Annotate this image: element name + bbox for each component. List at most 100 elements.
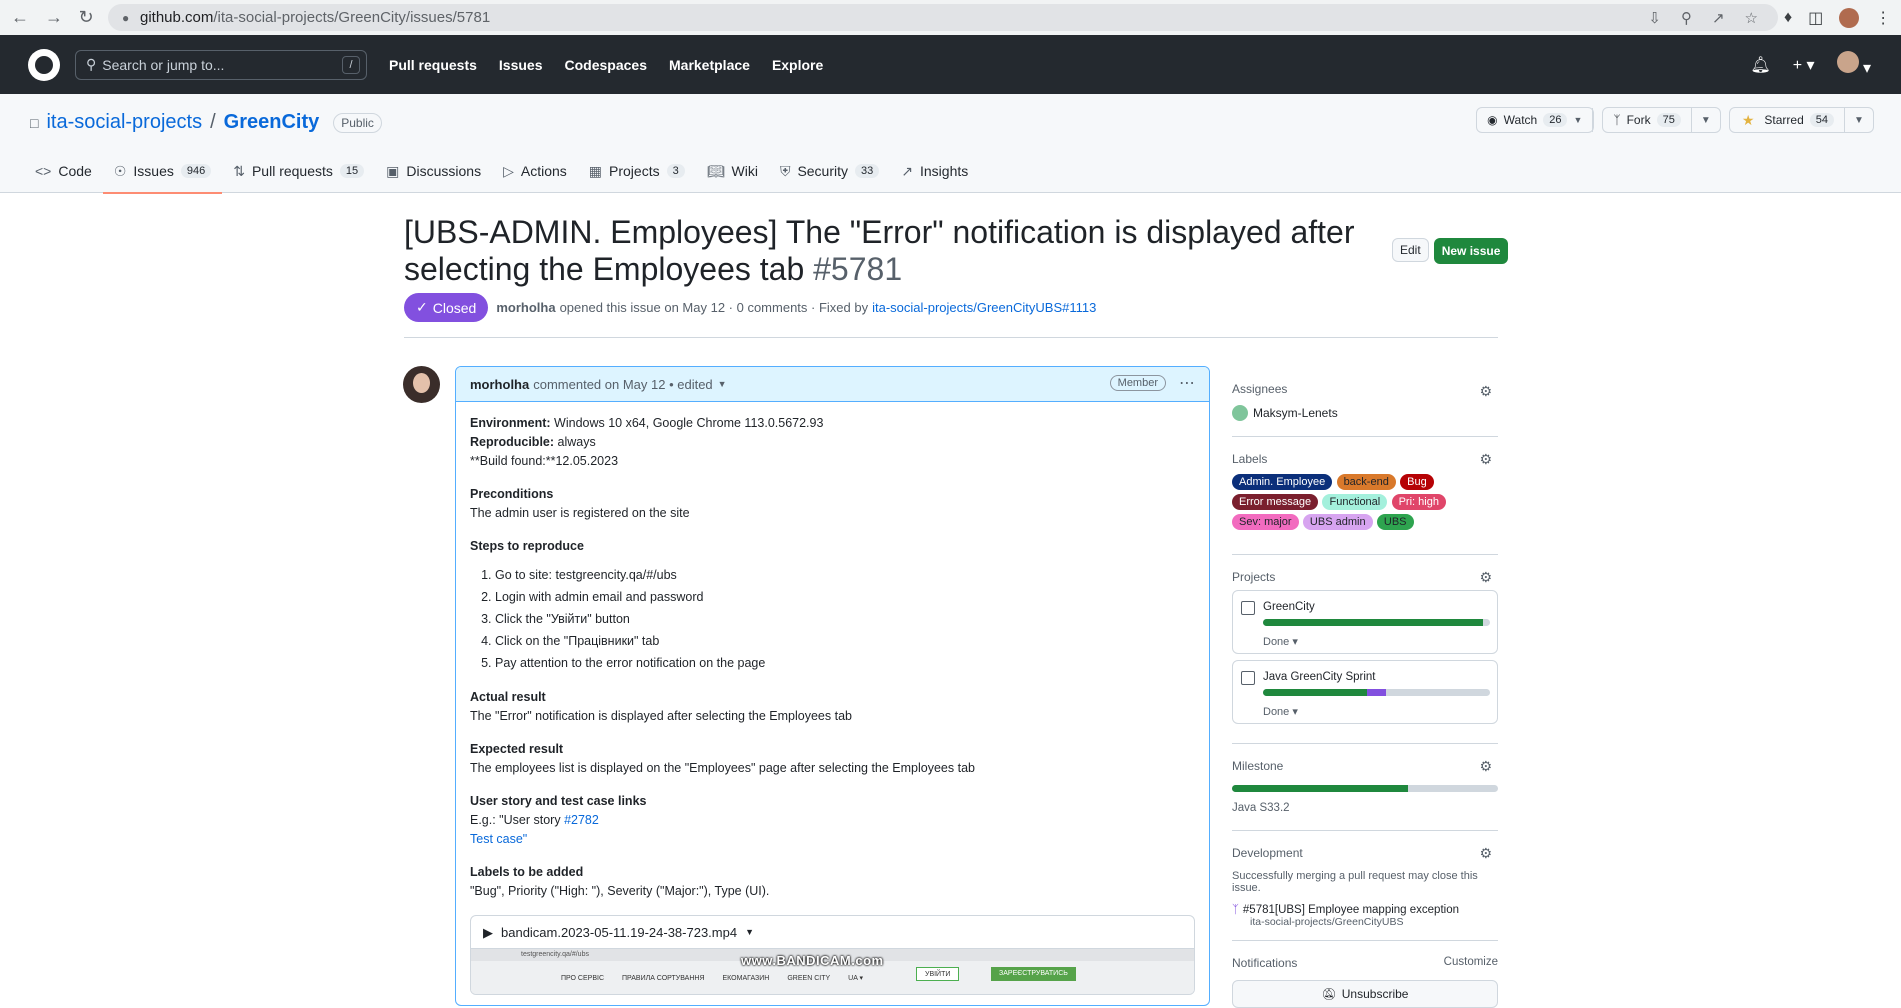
label-chip[interactable]: UBS (1376, 514, 1414, 530)
fixed-by-link[interactable]: ita-social-projects/GreenCityUBS#1113 (872, 300, 1096, 315)
search-input[interactable]: ⚲ Search or jump to... / (75, 49, 367, 80)
repo-owner-link[interactable]: ita-social-projects (46, 111, 202, 134)
gear-icon[interactable]: ⚙ (1479, 569, 1492, 586)
video-attachment[interactable]: ▶ bandicam.2023-05-11.19-24-38-723.mp4 ▼… (470, 915, 1195, 995)
new-issue-button[interactable]: New issue (1433, 238, 1509, 264)
zoom-icon[interactable]: ⚲ (1681, 9, 1692, 27)
side-panel-icon[interactable]: ◫ (1808, 8, 1823, 28)
tab-label: Actions (520, 163, 567, 179)
test-case-link[interactable]: Test case" (470, 832, 527, 846)
linked-pr-title[interactable]: #5781[UBS] Employee mapping exception (1243, 904, 1459, 916)
comment-author-link[interactable]: morholha (470, 377, 529, 392)
gear-icon[interactable]: ⚙ (1479, 758, 1492, 775)
back-arrow-icon[interactable]: ← (4, 1, 36, 33)
env-label: Environment: (470, 416, 551, 430)
gear-icon[interactable]: ⚙ (1479, 845, 1492, 862)
video-preview[interactable]: testgreencity.qa/#/ubs ПРО СЕРВІС ПРАВИЛ… (471, 948, 1194, 994)
tab-wiki[interactable]: 📖︎ Wiki (696, 149, 769, 193)
browser-menu-icon[interactable]: ⋮ (1875, 8, 1891, 28)
comment-author-avatar[interactable] (403, 366, 440, 403)
fork-icon: ᛉ (1613, 113, 1621, 127)
user-story-link[interactable]: #2782 (564, 813, 599, 827)
tab-label: Issues (133, 163, 174, 179)
nav-issues[interactable]: Issues (499, 57, 543, 73)
fork-count: 75 (1656, 113, 1681, 127)
milestone-name[interactable]: Java S33.2 (1232, 802, 1498, 814)
label-chip[interactable]: Bug (1400, 474, 1434, 490)
project-name[interactable]: GreenCity (1263, 601, 1315, 613)
fork-button[interactable]: ᛉ Fork 75 ▼ (1602, 107, 1721, 133)
address-bar[interactable]: ● github.com/ita-social-projects/GreenCi… (108, 4, 1778, 31)
label-chip[interactable]: Functional (1322, 494, 1388, 510)
github-logo-icon[interactable] (28, 48, 60, 81)
linked-pr[interactable]: ᛉ #5781[UBS] Employee mapping exception (1232, 904, 1498, 916)
chevron-down-icon[interactable]: ▼ (745, 923, 754, 942)
nav-codespaces[interactable]: Codespaces (565, 57, 647, 73)
video-login-button: УВІЙТИ (916, 967, 960, 981)
project-card[interactable]: GreenCity Done ▾ (1232, 590, 1498, 654)
forward-arrow-icon[interactable]: → (38, 1, 70, 33)
chevron-down-icon[interactable]: ▼ (718, 379, 727, 389)
reload-icon[interactable]: ↻ (70, 1, 102, 33)
tab-issues[interactable]: ☉ Issues 946 (102, 149, 223, 194)
watch-button[interactable]: ◉ Watch 26 ▼ (1476, 107, 1595, 133)
user-avatar (1836, 51, 1859, 73)
nav-marketplace[interactable]: Marketplace (669, 57, 750, 73)
step-item: Login with admin email and password (495, 586, 1195, 608)
project-name[interactable]: Java GreenCity Sprint (1263, 671, 1376, 683)
eye-icon: ◉ (1487, 113, 1498, 127)
customize-link[interactable]: Customize (1444, 956, 1498, 968)
tab-pull-requests[interactable]: ⇅ Pull requests 15 (222, 149, 375, 193)
star-dropdown[interactable]: ▼ (1845, 108, 1873, 132)
tab-actions[interactable]: ▷ Actions (492, 149, 578, 193)
extensions-icon[interactable]: ♦ (1784, 9, 1792, 27)
label-chip[interactable]: Error message (1232, 494, 1319, 510)
user-menu[interactable]: ▾ (1836, 51, 1871, 78)
project-status[interactable]: Done ▾ (1263, 635, 1298, 648)
preconditions-title: Preconditions (470, 487, 554, 501)
create-new-plus-icon[interactable]: + ▾ (1793, 55, 1815, 75)
share-icon[interactable]: ↗ (1712, 9, 1725, 27)
label-chip[interactable]: back-end (1336, 474, 1396, 490)
project-board-icon (1241, 601, 1255, 615)
comment-meta[interactable]: commented on May 12 • edited (533, 377, 712, 392)
label-chip[interactable]: Pri: high (1391, 494, 1446, 510)
nav-pull-requests[interactable]: Pull requests (389, 57, 477, 73)
fork-dropdown[interactable]: ▼ (1692, 108, 1720, 132)
repo-name-link[interactable]: GreenCity (224, 111, 320, 134)
issue-author-link[interactable]: morholha (496, 300, 555, 315)
project-status[interactable]: Done ▾ (1263, 705, 1298, 718)
labels-title: Labels (1232, 452, 1268, 466)
project-card[interactable]: Java GreenCity Sprint Done ▾ (1232, 660, 1498, 724)
tab-security[interactable]: ⛨ Security 33 (769, 149, 890, 193)
tab-projects[interactable]: ▦ Projects 3 (578, 149, 696, 193)
tab-label: Projects (609, 163, 660, 179)
label-chip[interactable]: Admin. Employee (1232, 474, 1333, 490)
tab-label: Insights (920, 163, 969, 179)
comment-body: Environment: Windows 10 x64, Google Chro… (456, 402, 1209, 1005)
linked-pr-repo[interactable]: ita-social-projects/GreenCityUBS (1250, 916, 1498, 928)
kebab-menu-icon[interactable]: ⋯ (1179, 373, 1195, 393)
assignee-row[interactable]: Maksym-Lenets (1232, 405, 1498, 421)
video-nav-item: ПРО СЕРВІС (561, 975, 604, 982)
discussions-icon: ▣ (386, 162, 400, 179)
star-button[interactable]: ★ Starred 54 ▼ (1728, 107, 1874, 133)
labels-list: Admin. Employee back-end Bug Error messa… (1232, 474, 1462, 534)
unsubscribe-button[interactable]: 🔕︎ Unsubscribe (1232, 980, 1498, 1008)
label-chip[interactable]: Sev: major (1232, 514, 1299, 530)
label-chip[interactable]: UBS admin (1302, 514, 1373, 530)
tab-code[interactable]: <> Code (24, 149, 103, 193)
bookmark-star-icon[interactable]: ☆ (1745, 9, 1758, 27)
video-header[interactable]: ▶ bandicam.2023-05-11.19-24-38-723.mp4 ▼ (471, 916, 1194, 948)
gear-icon[interactable]: ⚙ (1479, 383, 1492, 400)
edit-button[interactable]: Edit (1392, 238, 1429, 262)
tab-discussions[interactable]: ▣ Discussions (375, 149, 492, 193)
gear-icon[interactable]: ⚙ (1479, 451, 1492, 468)
step-item: Click on the "Працівники" tab (495, 630, 1195, 652)
profile-avatar[interactable] (1839, 7, 1860, 28)
install-icon[interactable]: ⇩ (1648, 9, 1661, 27)
tab-insights[interactable]: ↗ Insights (890, 149, 979, 193)
nav-explore[interactable]: Explore (772, 57, 823, 73)
notifications-bell-icon[interactable]: 🔔︎ (1750, 55, 1770, 75)
story-title: User story and test case links (470, 794, 647, 808)
